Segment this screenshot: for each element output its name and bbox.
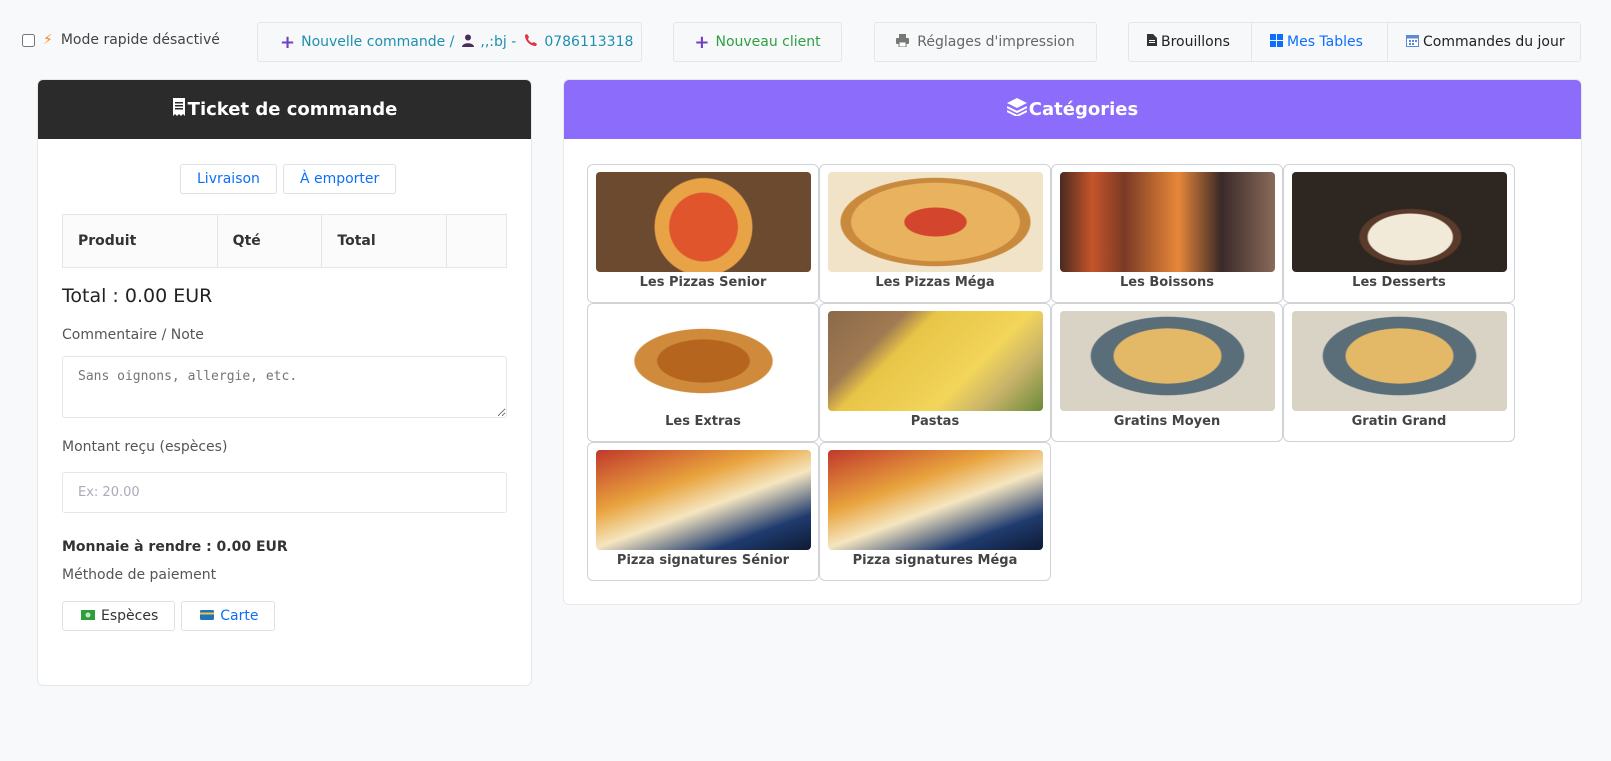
order-total: Total : 0.00 EUR — [62, 285, 213, 307]
category-card-pizzas-senior[interactable]: Les Pizzas Senior — [587, 164, 819, 303]
category-card-desserts[interactable]: Les Desserts — [1283, 164, 1515, 303]
client-phone: 0786113318 — [544, 34, 634, 50]
pay-card-label: Carte — [220, 608, 259, 624]
print-settings-label: Réglages d'impression — [917, 34, 1075, 50]
gratin-image — [1060, 311, 1275, 411]
print-settings-button[interactable]: Réglages d'impression — [874, 22, 1097, 62]
calendar-icon — [1406, 34, 1419, 51]
category-card-extras[interactable]: Les Extras — [587, 303, 819, 442]
category-label: Les Pizzas Méga — [875, 275, 995, 290]
credit-card-icon — [200, 609, 215, 623]
tables-label: Mes Tables — [1287, 34, 1363, 50]
plus-icon: + — [694, 31, 710, 53]
today-orders-button[interactable]: Commandes du jour — [1388, 23, 1580, 61]
pizza-image — [596, 450, 811, 550]
category-card-drinks[interactable]: Les Boissons — [1051, 164, 1283, 303]
column-header-product: Produit — [62, 214, 218, 268]
gratin-image — [1292, 311, 1507, 411]
category-label: Les Extras — [665, 414, 741, 429]
new-order-label: Nouvelle commande / — [301, 34, 455, 50]
column-header-qty: Qté — [216, 214, 323, 268]
banknote-icon — [81, 609, 95, 623]
drafts-label: Brouillons — [1161, 34, 1230, 50]
comment-field[interactable] — [62, 356, 507, 418]
drinks-image — [1060, 172, 1275, 272]
pizza-image — [828, 172, 1043, 272]
category-label: Pizza signatures Méga — [852, 553, 1018, 568]
tab-delivery[interactable]: Livraison — [180, 164, 277, 194]
printer-icon — [896, 33, 910, 51]
top-toolbar: ⚡ Mode rapide désactivé + Nouvelle comma… — [0, 0, 1611, 78]
column-header-total: Total — [321, 214, 448, 268]
category-label: Gratins Moyen — [1113, 414, 1221, 429]
change-due: Monnaie à rendre : 0.00 EUR — [62, 539, 288, 555]
payment-methods: Espèces Carte — [62, 601, 276, 631]
categories-panel: Catégories Les Pizzas Senior Les Pizzas … — [563, 79, 1582, 605]
pay-cash-button[interactable]: Espèces — [62, 601, 176, 631]
column-header-actions — [446, 214, 507, 268]
order-mode-tabs: Livraison À emporter — [180, 164, 397, 194]
categories-header: Catégories — [564, 80, 1581, 139]
ticket-header: Ticket de commande — [38, 80, 531, 139]
drafts-button[interactable]: Brouillons — [1129, 23, 1252, 61]
categories-title: Catégories — [1028, 99, 1139, 120]
bolt-icon: ⚡ — [43, 32, 53, 48]
cash-received-label: Montant reçu (espèces) — [62, 439, 228, 455]
view-switch-group: Brouillons Mes Tables Commandes du jour — [1128, 22, 1581, 62]
category-card-signature-mega[interactable]: Pizza signatures Méga — [819, 442, 1051, 581]
user-icon — [462, 34, 475, 51]
pay-card-button[interactable]: Carte — [181, 601, 276, 631]
new-client-label: Nouveau client — [715, 34, 821, 50]
ticket-title: Ticket de commande — [187, 99, 398, 120]
file-icon — [1147, 34, 1157, 50]
pizza-image — [596, 172, 811, 272]
category-grid: Les Pizzas Senior Les Pizzas Méga Les Bo… — [587, 164, 1515, 581]
fried-chicken-image — [596, 311, 811, 411]
pizza-image — [828, 450, 1043, 550]
category-card-gratin-large[interactable]: Gratin Grand — [1283, 303, 1515, 442]
today-orders-label: Commandes du jour — [1423, 34, 1565, 50]
fast-mode-checkbox[interactable] — [22, 33, 35, 47]
client-name: ,,:bj - — [480, 34, 517, 50]
pasta-image — [828, 311, 1043, 411]
new-order-button[interactable]: + Nouvelle commande / ,,:bj - 0786113318 — [257, 22, 642, 62]
pay-cash-label: Espèces — [101, 608, 159, 624]
plus-icon: + — [280, 31, 296, 53]
category-label: Pastas — [910, 414, 960, 429]
category-label: Les Desserts — [1352, 275, 1446, 290]
category-label: Gratin Grand — [1351, 414, 1447, 429]
dessert-image — [1292, 172, 1507, 272]
phone-icon — [524, 33, 538, 51]
fast-mode-label: Mode rapide désactivé — [60, 32, 220, 48]
layers-icon — [1006, 98, 1028, 121]
new-client-button[interactable]: + Nouveau client — [673, 22, 842, 62]
tab-takeaway[interactable]: À emporter — [282, 164, 397, 194]
category-label: Les Boissons — [1119, 275, 1215, 290]
category-card-signature-senior[interactable]: Pizza signatures Sénior — [587, 442, 819, 581]
category-card-pastas[interactable]: Pastas — [819, 303, 1051, 442]
grid-icon — [1270, 33, 1283, 51]
cash-received-input[interactable]: Ex: 20.00 — [62, 472, 507, 513]
order-items-table: Produit Qté Total — [62, 214, 507, 268]
tables-button[interactable]: Mes Tables — [1252, 23, 1388, 61]
category-card-gratins-medium[interactable]: Gratins Moyen — [1051, 303, 1283, 442]
payment-method-label: Méthode de paiement — [62, 567, 217, 583]
category-label: Pizza signatures Sénior — [616, 553, 790, 568]
order-ticket-panel: Ticket de commande Livraison À emporter … — [37, 79, 532, 686]
comment-label: Commentaire / Note — [62, 327, 204, 343]
fast-mode-toggle[interactable]: ⚡ Mode rapide désactivé — [22, 32, 220, 48]
receipt-icon — [172, 98, 186, 121]
category-card-pizzas-mega[interactable]: Les Pizzas Méga — [819, 164, 1051, 303]
category-label: Les Pizzas Senior — [639, 275, 767, 290]
